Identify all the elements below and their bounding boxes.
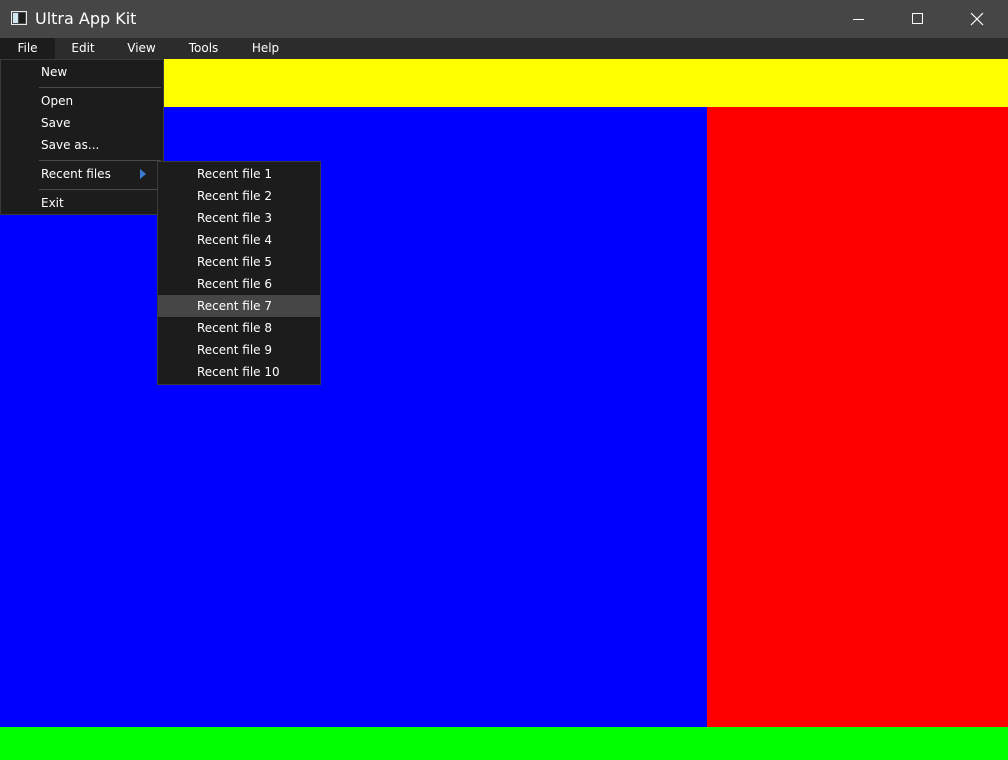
menu-item-recent-files[interactable]: Recent files xyxy=(1,163,163,185)
recent-file-label: Recent file 10 xyxy=(197,365,280,379)
recent-file-item[interactable]: Recent file 9 xyxy=(158,339,320,361)
menu-bar: File Edit View Tools Help xyxy=(0,38,1008,59)
recent-file-item[interactable]: Recent file 8 xyxy=(158,317,320,339)
menu-item-open[interactable]: Open xyxy=(1,90,163,112)
recent-file-item-highlighted[interactable]: Recent file 7 xyxy=(158,295,320,317)
close-icon xyxy=(970,12,984,26)
right-panel xyxy=(707,107,1008,727)
submenu-arrow-icon xyxy=(140,169,146,179)
menu-help[interactable]: Help xyxy=(237,38,294,59)
recent-file-label: Recent file 3 xyxy=(197,211,273,225)
menu-file[interactable]: File xyxy=(0,38,55,59)
menu-item-label: Exit xyxy=(41,196,64,210)
recent-file-label: Recent file 2 xyxy=(197,189,273,203)
window-title: Ultra App Kit xyxy=(35,9,137,28)
recent-file-item[interactable]: Recent file 6 xyxy=(158,273,320,295)
app-window: Ultra App Kit File Edit View Tools Help xyxy=(0,0,1008,760)
recent-file-item[interactable]: Recent file 10 xyxy=(158,361,320,383)
menu-edit[interactable]: Edit xyxy=(55,38,111,59)
recent-file-item[interactable]: Recent file 1 xyxy=(158,163,320,185)
bottom-panel xyxy=(0,727,1008,760)
menu-view[interactable]: View xyxy=(113,38,170,59)
menu-separator xyxy=(39,87,161,88)
file-menu-dropdown: New Open Save Save as... Recent files Ex… xyxy=(0,59,164,215)
menu-separator xyxy=(39,189,161,190)
menu-item-save-as[interactable]: Save as... xyxy=(1,134,163,156)
app-window-icon xyxy=(11,11,27,25)
menu-item-label: New xyxy=(41,65,68,79)
recent-file-item[interactable]: Recent file 2 xyxy=(158,185,320,207)
recent-file-label: Recent file 9 xyxy=(197,343,273,357)
minimize-button[interactable] xyxy=(830,0,888,38)
recent-file-label: Recent file 6 xyxy=(197,277,273,291)
maximize-icon xyxy=(912,13,923,24)
recent-file-item[interactable]: Recent file 4 xyxy=(158,229,320,251)
recent-file-label: Recent file 5 xyxy=(197,255,273,269)
menu-item-label: Save xyxy=(41,116,71,130)
title-bar[interactable]: Ultra App Kit xyxy=(0,0,1008,38)
menu-tools[interactable]: Tools xyxy=(175,38,232,59)
menu-separator xyxy=(39,160,161,161)
menu-item-save[interactable]: Save xyxy=(1,112,163,134)
recent-file-label: Recent file 8 xyxy=(197,321,273,335)
recent-file-label: Recent file 4 xyxy=(197,233,273,247)
maximize-button[interactable] xyxy=(889,0,947,38)
minimize-icon xyxy=(853,19,864,20)
recent-file-label: Recent file 7 xyxy=(197,299,273,313)
menu-item-label: Recent files xyxy=(41,167,111,181)
menu-item-label: Save as... xyxy=(41,138,100,152)
close-button[interactable] xyxy=(948,0,1006,38)
recent-file-item[interactable]: Recent file 5 xyxy=(158,251,320,273)
menu-item-label: Open xyxy=(41,94,74,108)
menu-item-new[interactable]: New xyxy=(1,61,163,83)
recent-file-item[interactable]: Recent file 3 xyxy=(158,207,320,229)
recent-files-submenu: Recent file 1 Recent file 2 Recent file … xyxy=(157,161,321,385)
recent-file-label: Recent file 1 xyxy=(197,167,273,181)
menu-item-exit[interactable]: Exit xyxy=(1,192,163,214)
